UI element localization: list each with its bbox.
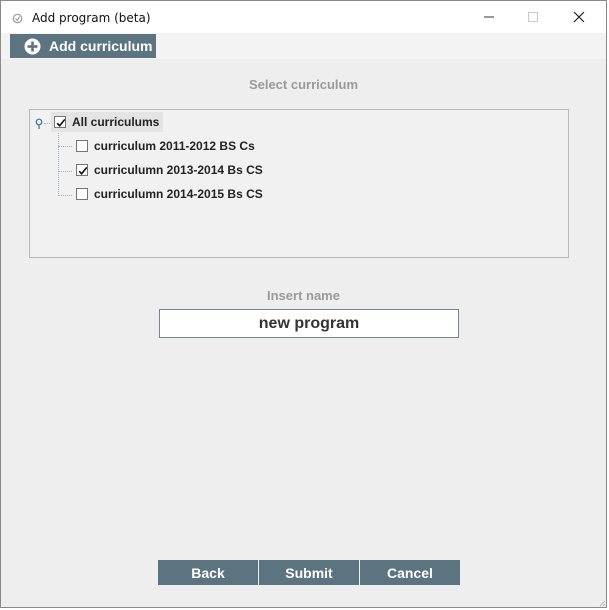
minimize-button[interactable] <box>466 1 512 33</box>
tree-item-curriculum-2013-2014[interactable]: curriculumn 2013-2014 Bs CS <box>73 160 263 180</box>
window-title: Add program (beta) <box>32 11 151 25</box>
program-name-input[interactable] <box>159 309 459 338</box>
back-button[interactable]: Back <box>158 560 258 585</box>
tree-item-label: curriculum 2011-2012 BS Cs <box>94 139 255 153</box>
add-curriculum-button[interactable]: Add curriculum <box>10 34 156 58</box>
tree-connector <box>58 195 72 196</box>
close-button[interactable] <box>556 1 602 33</box>
minimize-icon <box>484 16 494 18</box>
maximize-icon <box>528 12 538 22</box>
checkmark-icon <box>56 118 66 128</box>
plus-circle-icon <box>24 38 41 54</box>
checkbox-curriculum-2011-2012[interactable] <box>76 140 88 152</box>
checkmark-icon <box>78 166 88 176</box>
insert-name-label: Insert name <box>267 288 340 303</box>
checkbox-curriculum-2014-2015[interactable] <box>76 188 88 200</box>
app-icon <box>12 13 23 24</box>
select-curriculum-label: Select curriculum <box>248 77 359 92</box>
submit-button[interactable]: Submit <box>259 560 359 585</box>
checkbox-all-curriculums[interactable] <box>54 116 66 128</box>
add-program-window: Add program (beta) Add curriculum Select… <box>0 0 607 608</box>
tree-item-curriculum-2011-2012[interactable]: curriculum 2011-2012 BS Cs <box>73 136 255 156</box>
tree-connector <box>58 146 72 147</box>
tree-root-all-curriculums[interactable]: All curriculums <box>51 112 164 132</box>
tree-root-label: All curriculums <box>72 115 160 129</box>
add-curriculum-label: Add curriculum <box>49 38 153 54</box>
title-bar[interactable]: Add program (beta) <box>1 1 606 33</box>
close-icon <box>573 11 585 23</box>
toolbar: Add curriculum <box>1 33 606 59</box>
checkbox-curriculum-2013-2014[interactable] <box>76 164 88 176</box>
tree-item-label: curriculumn 2014-2015 Bs CS <box>94 187 263 201</box>
tree-item-label: curriculumn 2013-2014 Bs CS <box>94 163 263 177</box>
cancel-button[interactable]: Cancel <box>360 560 460 585</box>
tree-item-curriculum-2014-2015[interactable]: curriculumn 2014-2015 Bs CS <box>73 184 263 204</box>
resize-grip-icon[interactable] <box>598 599 606 607</box>
maximize-button[interactable] <box>510 1 556 33</box>
tree-connector <box>58 171 72 172</box>
tree-connector <box>58 131 59 196</box>
